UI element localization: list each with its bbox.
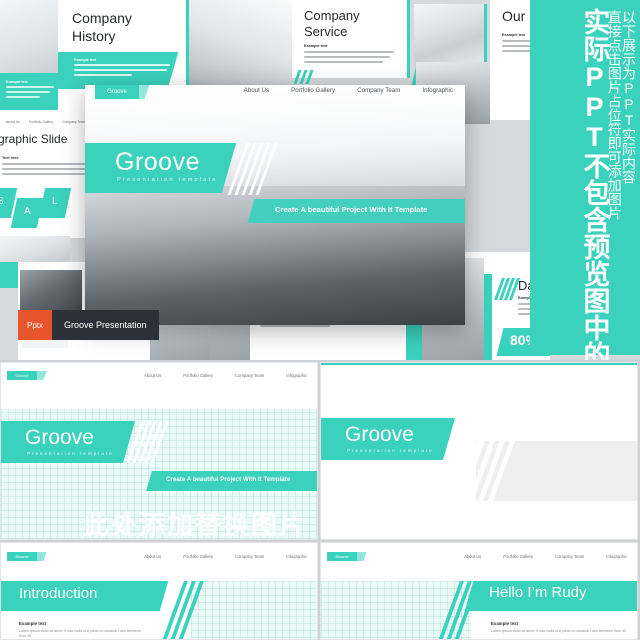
cover-white-subtitle: Presentation template	[347, 448, 434, 453]
infographic-letter: L	[52, 196, 58, 207]
nav-item-about-us[interactable]: About Us	[144, 554, 161, 559]
intro-grid-area	[191, 581, 317, 639]
decor-stripes	[493, 278, 521, 300]
nav-item-portfolio-gallery[interactable]: Portfolio Gallery	[183, 554, 213, 559]
hero-title: Groove	[115, 148, 200, 176]
intro-title: Introduction	[19, 585, 98, 602]
hero-subtitle: Presentation template	[117, 177, 218, 183]
caption-label: Example text	[74, 58, 97, 62]
nav-item-infographic[interactable]: Infographic	[286, 373, 307, 378]
big-slide-cover-white[interactable]: Groove Presentation template	[320, 362, 638, 540]
nav-item-about-us[interactable]: About Us	[464, 554, 481, 559]
infographic-letter: S	[0, 196, 4, 207]
slide-nav: About Us Portfolio Gallery Company Team …	[464, 554, 627, 559]
nav-item[interactable]: Company Team	[62, 120, 86, 124]
screenshot-root: Example text Company History Example tex…	[0, 0, 640, 640]
logo-label: Groove	[107, 89, 127, 95]
rudy-title: Hello I’m Rudy	[489, 584, 587, 601]
caption-label: Example text	[19, 621, 47, 626]
decor-stripes	[293, 70, 314, 84]
nav-item-infographic[interactable]: Infographic	[422, 87, 453, 94]
cover-white-title: Groove	[345, 423, 414, 446]
nav-item-about-us[interactable]: About Us	[244, 87, 269, 94]
logo-label: Groove	[15, 373, 29, 378]
nav-item-company-team[interactable]: Company Team	[555, 554, 584, 559]
slide-title-line2: History	[72, 27, 116, 44]
big-slide-cover-grid[interactable]: Groove About Us Portfolio Gallery Compan…	[0, 362, 318, 540]
big-slide-introduction[interactable]: Groove About Us Portfolio Gallery Compan…	[0, 542, 318, 640]
rudy-body: Lorem ipsum dolor sit amet. It has roots…	[491, 629, 627, 633]
logo-badge[interactable]: Groove	[327, 552, 357, 561]
nav-item-company-team[interactable]: Company Team	[235, 554, 264, 559]
pptx-title-label: Groove Presentation	[64, 320, 147, 330]
slide-title-line1: Company	[72, 10, 132, 26]
slide-title-line2: Service	[304, 24, 348, 40]
nav-item-company-team[interactable]: Company Team	[235, 373, 264, 378]
notice-line-1: 以下展示为PPT实际内容	[621, 10, 637, 184]
nav-item-company-team[interactable]: Company Team	[357, 87, 400, 94]
caption-label: Example text	[491, 621, 519, 626]
hero-slide[interactable]: Groove About Us Portfolio Gallery Compan…	[85, 85, 465, 325]
nav-item-portfolio-gallery[interactable]: Portfolio Gallery	[183, 373, 213, 378]
pptx-format-label: Pptx	[26, 320, 43, 330]
caption-label: Example text	[304, 44, 328, 48]
notice-line-2: 直接点击图片占位符即可添加图片	[606, 10, 623, 220]
nav-item-portfolio-gallery[interactable]: Portfolio Gallery	[291, 87, 335, 94]
nav-item-infographic[interactable]: Infographic	[286, 554, 307, 559]
nav-item[interactable]: About Us	[6, 120, 20, 124]
slide-company-service[interactable]: Company Service Example text	[292, 0, 410, 78]
caption-label: Text here	[2, 156, 19, 160]
logo-label: Groove	[335, 554, 349, 559]
logo-badge[interactable]: Groove	[7, 552, 37, 561]
slide-title-line1: graphic Slide	[0, 132, 68, 146]
collage-teal-caption-left: Example text	[6, 80, 54, 101]
notice-line-3: 实际PPT不包含预览图中的摄影图	[579, 8, 610, 360]
intro-body: Lorem ipsum dolor sit amet. It has roots…	[19, 629, 141, 639]
nav-item-about-us[interactable]: About Us	[144, 373, 161, 378]
image-placeholder-watermark: 此处添加替换图片	[83, 510, 308, 540]
logo-badge[interactable]: Groove	[7, 371, 37, 380]
nav-item[interactable]: Portfolio Gallery	[29, 120, 53, 124]
hero-nav: About Us Portfolio Gallery Company Team …	[244, 87, 453, 94]
pptx-badge[interactable]: Pptx Groove Presentation	[18, 310, 159, 340]
infographic-letter: A	[24, 206, 31, 217]
pptx-format-chip: Pptx	[18, 310, 52, 340]
big-slide-hello-rudy[interactable]: Groove About Us Portfolio Gallery Compan…	[320, 542, 638, 640]
cover-subtitle: Presentation template	[27, 451, 114, 456]
nav-item-infographic[interactable]: Infographic	[606, 554, 627, 559]
slide-nav: About Us Portfolio Gallery Company Team …	[144, 373, 307, 378]
nav-item-portfolio-gallery[interactable]: Portfolio Gallery	[503, 554, 533, 559]
template-preview-collage: Example text Company History Example tex…	[0, 0, 640, 360]
cover-cta-label: Create A beautiful Project With It Templ…	[166, 476, 291, 483]
pptx-title-chip: Groove Presentation	[52, 310, 159, 340]
logo-badge[interactable]: Groove	[95, 85, 139, 99]
slide-title-line1: Company	[304, 8, 360, 23]
slide-nav: About Us Portfolio Gallery Company Team …	[144, 554, 307, 559]
caption-label: Example text	[6, 80, 28, 84]
chinese-notice-banner: 以下展示为PPT实际内容 直接点击图片占位符即可添加图片 实际PPT不包含预览图…	[530, 0, 640, 360]
hero-cta-label: Create A beautiful Project With It Templ…	[275, 205, 428, 214]
cover-title: Groove	[25, 426, 94, 449]
logo-label: Groove	[15, 554, 29, 559]
